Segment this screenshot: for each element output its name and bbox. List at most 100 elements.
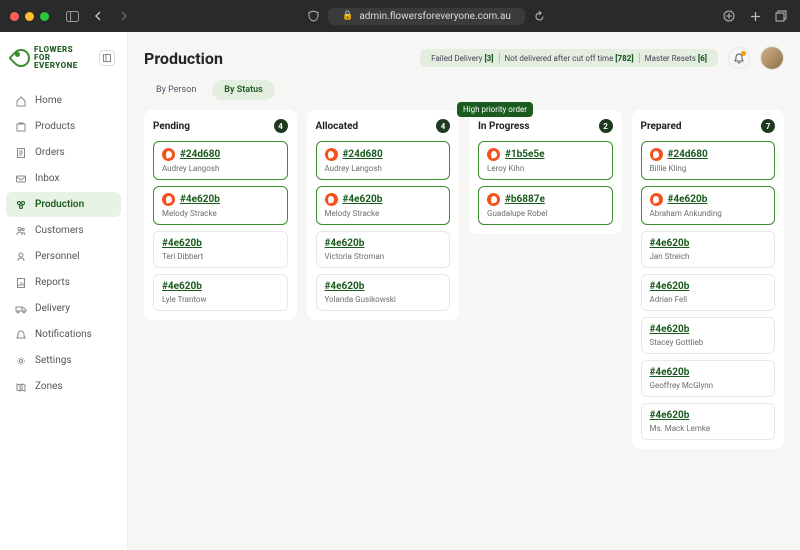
flame-icon bbox=[650, 193, 663, 206]
new-tab-icon[interactable] bbox=[746, 7, 764, 25]
back-icon[interactable] bbox=[89, 7, 107, 25]
sidebar-item-inbox[interactable]: Inbox bbox=[6, 166, 121, 191]
order-id-link[interactable]: #4e620b bbox=[180, 194, 220, 205]
tab-by-status[interactable]: By Status bbox=[212, 80, 274, 100]
customers-icon bbox=[14, 224, 27, 237]
view-tabs: By PersonBy Status bbox=[144, 80, 784, 100]
order-card[interactable]: #4e620bVictoria Stroman bbox=[316, 231, 451, 268]
order-id-link[interactable]: #24d680 bbox=[180, 149, 220, 160]
order-id-link[interactable]: #4e620b bbox=[325, 238, 365, 249]
kanban-board: Pending4#24d680Audrey Langosh#4e620bMelo… bbox=[144, 110, 784, 449]
maximize-window-icon[interactable] bbox=[40, 12, 49, 21]
sidebar-item-delivery[interactable]: Delivery bbox=[6, 296, 121, 321]
share-icon[interactable] bbox=[720, 7, 738, 25]
sidebar-item-home[interactable]: Home bbox=[6, 88, 121, 113]
reload-icon[interactable] bbox=[531, 7, 549, 25]
sidebar-item-zones[interactable]: Zones bbox=[6, 374, 121, 399]
flame-icon bbox=[325, 193, 338, 206]
address-bar[interactable]: 🔒 admin.flowersforeveryone.com.au bbox=[328, 8, 525, 25]
inbox-icon bbox=[14, 172, 27, 185]
order-id-link[interactable]: #4e620b bbox=[325, 281, 365, 292]
order-id-link[interactable]: #4e620b bbox=[650, 367, 690, 378]
shield-icon[interactable] bbox=[304, 7, 322, 25]
alert-segment[interactable]: Not delivered after cut off time [782] bbox=[500, 54, 639, 63]
alert-summary[interactable]: Failed Delivery [3]Not delivered after c… bbox=[420, 49, 718, 67]
order-card[interactable]: #4e620b Yolanda Gusikowski bbox=[316, 274, 451, 311]
close-window-icon[interactable] bbox=[10, 12, 19, 21]
brand-name: FLOWERS FOR EVERYONE bbox=[34, 46, 78, 70]
sidebar-item-label: Personnel bbox=[35, 251, 80, 262]
order-card[interactable]: #4e620bGeoffrey McGlynn bbox=[641, 360, 776, 397]
column-prepared: Prepared 7 #24d680 Billie Kling #4e620bAbrah… bbox=[632, 110, 785, 449]
order-id-link[interactable]: #b6887e bbox=[505, 194, 545, 205]
sidebar: FLOWERS FOR EVERYONE HomeProductsOrders I… bbox=[0, 32, 128, 550]
sidebar-item-notifications[interactable]: Notifications bbox=[6, 322, 121, 347]
window-controls bbox=[10, 12, 49, 21]
lock-icon: 🔒 bbox=[342, 11, 353, 21]
sidebar-item-production[interactable]: Production bbox=[6, 192, 121, 217]
order-person: Melody Stracke bbox=[325, 209, 442, 218]
order-id-link[interactable]: #4e620b bbox=[343, 194, 383, 205]
column-allocated: Allocated4#24d680Audrey Langosh#4e620bMe… bbox=[307, 110, 460, 320]
order-person: Billie Kling bbox=[650, 164, 767, 173]
sidebar-item-products[interactable]: Products bbox=[6, 114, 121, 139]
flame-icon bbox=[162, 193, 175, 206]
browser-titlebar: 🔒 admin.flowersforeveryone.com.au bbox=[0, 0, 800, 32]
minimize-window-icon[interactable] bbox=[25, 12, 34, 21]
order-id-link[interactable]: #4e620b bbox=[650, 238, 690, 249]
flame-icon bbox=[650, 148, 663, 161]
order-card[interactable]: #1b5e5e Leroy Kihn bbox=[478, 141, 613, 180]
priority-tooltip: High priority order bbox=[457, 102, 533, 117]
order-card[interactable]: #4e620bMelody Stracke bbox=[153, 186, 288, 225]
order-id-link[interactable]: #24d680 bbox=[343, 149, 383, 160]
order-id-link[interactable]: #4e620b bbox=[650, 324, 690, 335]
column-title: Prepared bbox=[641, 121, 682, 132]
sidebar-item-customers[interactable]: Customers bbox=[6, 218, 121, 243]
sidebar-item-label: Notifications bbox=[35, 329, 92, 340]
sidebar-item-label: Inbox bbox=[35, 173, 59, 184]
order-card[interactable]: #b6887eGuadalupe Robel bbox=[478, 186, 613, 225]
order-card[interactable]: #4e620bMs. Mack Lemke bbox=[641, 403, 776, 440]
order-card[interactable]: #4e620bStacey Gottlieb bbox=[641, 317, 776, 354]
order-card[interactable]: #4e620b Lyle Trantow bbox=[153, 274, 288, 311]
order-id-link[interactable]: #4e620b bbox=[162, 281, 202, 292]
order-id-link[interactable]: #4e620b bbox=[668, 194, 708, 205]
bell-icon[interactable] bbox=[728, 47, 750, 69]
sidebar-item-label: Reports bbox=[35, 277, 70, 288]
flame-icon bbox=[162, 148, 175, 161]
column-count-badge: 2 bbox=[599, 119, 613, 133]
order-person: Leroy Kihn bbox=[487, 164, 604, 173]
brand-logo[interactable]: FLOWERS FOR EVERYONE bbox=[12, 46, 78, 70]
sidebar-toggle-icon[interactable] bbox=[63, 7, 81, 25]
order-card[interactable]: #4e620bTeri Dibbert bbox=[153, 231, 288, 268]
forward-icon[interactable] bbox=[115, 7, 133, 25]
order-id-link[interactable]: #24d680 bbox=[668, 149, 708, 160]
order-card[interactable]: #4e620bAbraham Ankunding bbox=[641, 186, 776, 225]
order-person: Yolanda Gusikowski bbox=[325, 295, 442, 304]
order-id-link[interactable]: #1b5e5e bbox=[505, 149, 545, 160]
order-id-link[interactable]: #4e620b bbox=[162, 238, 202, 249]
alert-segment[interactable]: Master Resets [6] bbox=[640, 54, 712, 63]
order-card[interactable]: #24d680Audrey Langosh bbox=[153, 141, 288, 180]
collapse-sidebar-button[interactable] bbox=[99, 50, 115, 66]
avatar[interactable] bbox=[760, 46, 784, 70]
order-card[interactable]: #4e620b Adrian Fell bbox=[641, 274, 776, 311]
sidebar-item-label: Delivery bbox=[35, 303, 70, 314]
tabs-icon[interactable] bbox=[772, 7, 790, 25]
order-card[interactable]: #24d680 Billie Kling bbox=[641, 141, 776, 180]
sidebar-item-reports[interactable]: Reports bbox=[6, 270, 121, 295]
order-card[interactable]: #4e620b Melody Stracke bbox=[316, 186, 451, 225]
column-count-badge: 7 bbox=[761, 119, 775, 133]
sidebar-item-personnel[interactable]: Personnel bbox=[6, 244, 121, 269]
order-id-link[interactable]: #4e620b bbox=[650, 410, 690, 421]
sidebar-item-orders[interactable]: Orders bbox=[6, 140, 121, 165]
tab-by-person[interactable]: By Person bbox=[144, 80, 208, 100]
order-card[interactable]: #4e620bJan Streich bbox=[641, 231, 776, 268]
order-person: Lyle Trantow bbox=[162, 295, 279, 304]
alert-segment[interactable]: Failed Delivery [3] bbox=[426, 54, 498, 63]
order-person: Adrian Fell bbox=[650, 295, 767, 304]
order-id-link[interactable]: #4e620b bbox=[650, 281, 690, 292]
sidebar-item-settings[interactable]: Settings bbox=[6, 348, 121, 373]
order-card[interactable]: #24d680Audrey Langosh bbox=[316, 141, 451, 180]
sidebar-item-label: Settings bbox=[35, 355, 72, 366]
